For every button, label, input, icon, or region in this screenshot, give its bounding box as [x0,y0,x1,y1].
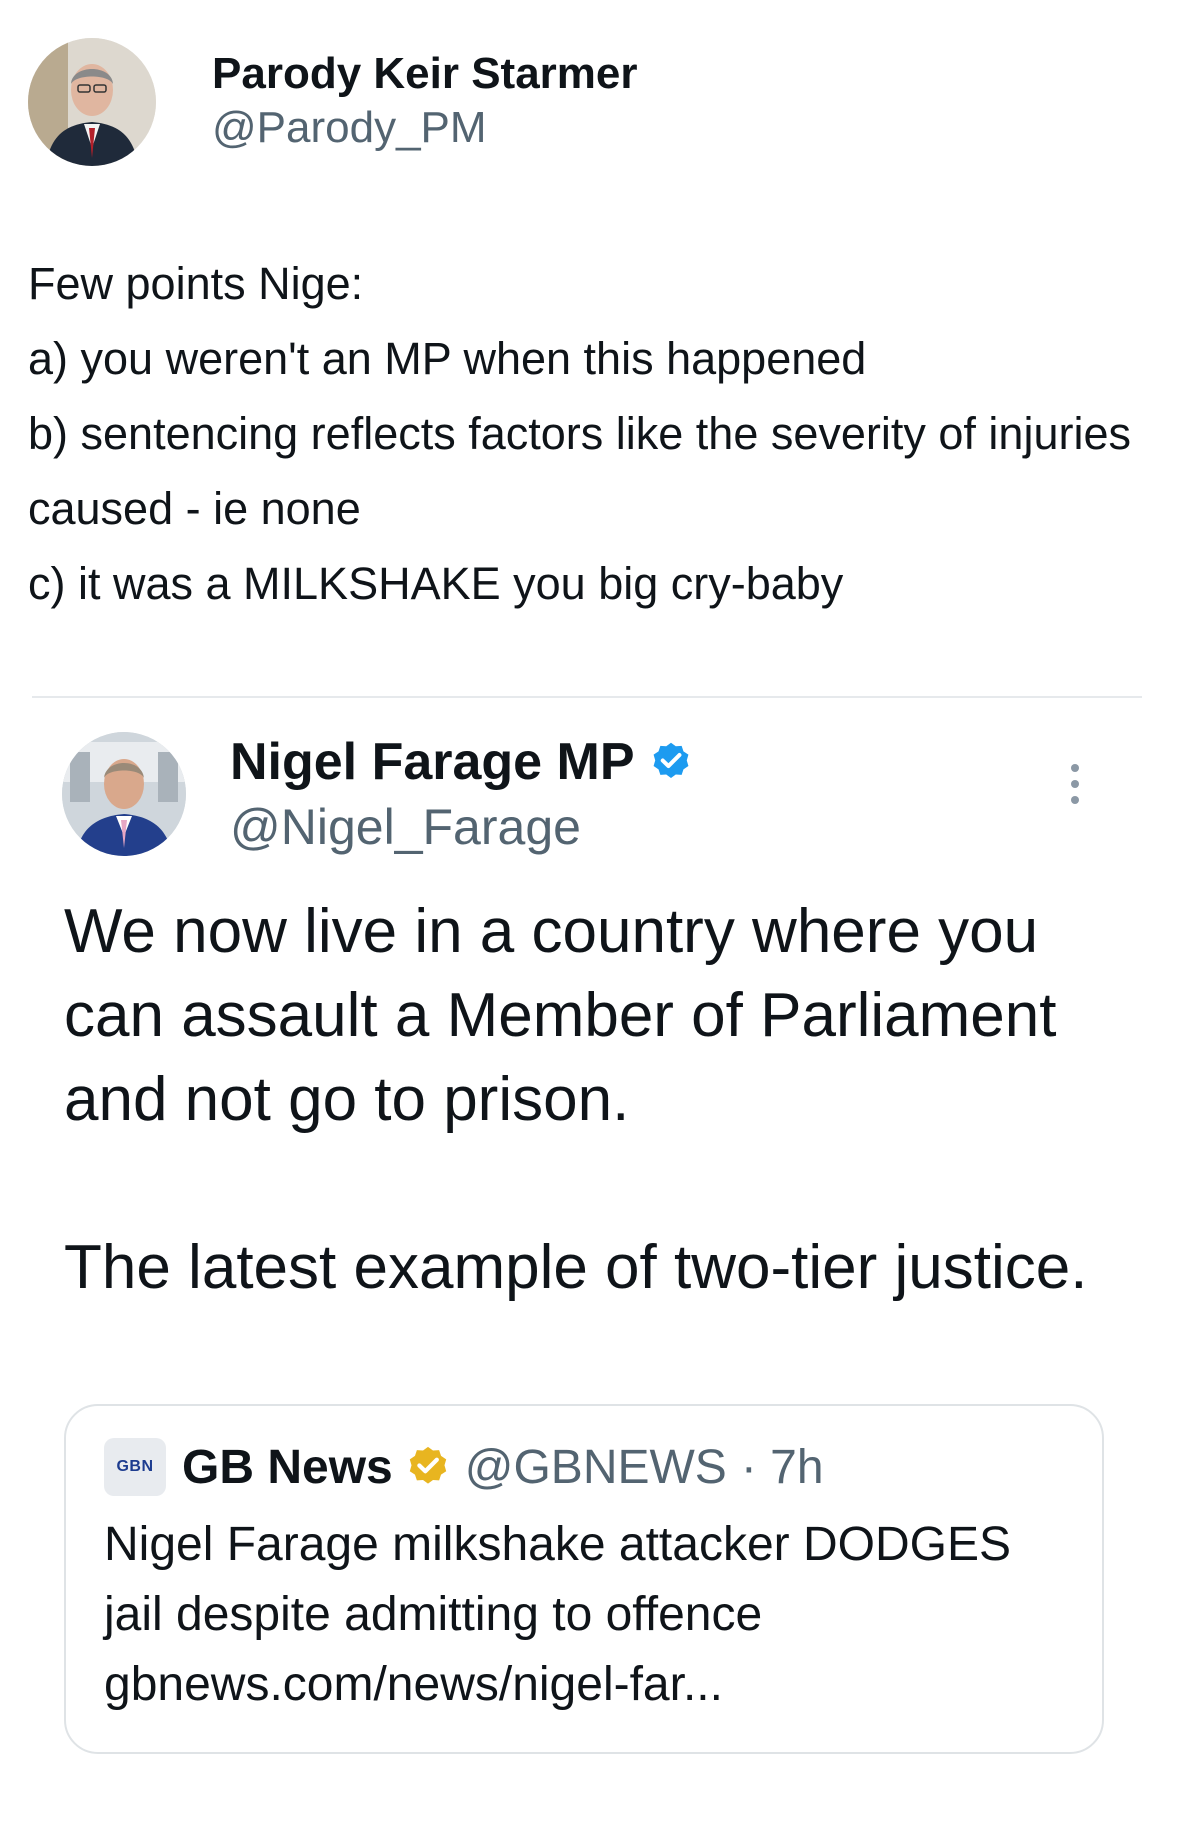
tweet-text: Few points Nige: a) you weren't an MP wh… [28,258,1131,609]
embedded-tweet-text: We now live in a country where you can a… [64,897,1088,1302]
tweet-author[interactable]: Parody Keir Starmer @Parody_PM [28,38,638,166]
profile-photo-icon [62,732,186,856]
gb-news-logo-icon[interactable]: GBN [104,1438,166,1496]
gb-news-logo-text: GBN [116,1458,154,1475]
quoted-timestamp: · 7h [740,1440,824,1494]
author-display-name[interactable]: Parody Keir Starmer [212,48,638,100]
profile-photo-icon [28,38,156,166]
quoted-tweet-card[interactable]: GBN GB News @GBNEWS · 7h Nigel Farage mi… [64,1404,1104,1754]
avatar[interactable] [28,38,156,166]
author-info: Parody Keir Starmer @Parody_PM [212,48,638,156]
embedded-avatar[interactable] [62,732,186,856]
embedded-handle[interactable]: @Nigel_Farage [230,798,693,856]
quoted-tweet-text: Nigel Farage milkshake attacker DODGES j… [104,1518,1011,1711]
embedded-tweet-author[interactable]: Nigel Farage MP @Nigel_Farage [62,732,693,856]
tweet[interactable]: Parody Keir Starmer @Parody_PM Few point… [0,0,1179,1825]
more-vertical-icon[interactable] [1066,760,1084,808]
quoted-tweet-header: GBN GB News @GBNEWS · 7h [104,1438,824,1496]
verified-gold-badge-icon [409,1446,446,1484]
embedded-display-name[interactable]: Nigel Farage MP [230,730,635,794]
embedded-name-row: Nigel Farage MP [230,730,693,794]
verified-badge-icon [653,742,688,778]
quoted-handle[interactable]: @GBNEWS [465,1440,727,1495]
author-handle[interactable]: @Parody_PM [212,100,638,156]
quoted-display-name[interactable]: GB News [182,1440,393,1495]
embedded-author-info: Nigel Farage MP @Nigel_Farage [230,730,693,856]
divider [32,696,1142,698]
